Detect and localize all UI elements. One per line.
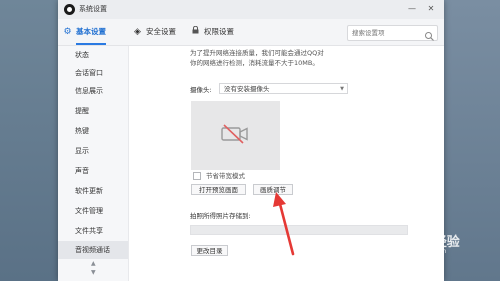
tab-security-settings[interactable]: ◈ 安全设置	[132, 19, 176, 45]
sidebar: 状态 会话窗口 信息展示 提醒 热键 显示 声音 软件更新 文件管理 文件共享 …	[58, 46, 129, 281]
checkbox-box[interactable]	[193, 172, 201, 180]
camera-preview	[191, 101, 280, 170]
scroll-down-icon[interactable]: ▼	[91, 269, 96, 276]
sidebar-item-display[interactable]: 显示	[58, 142, 128, 160]
minimize-button[interactable]: —	[405, 2, 419, 16]
description-line: 你的网络进行检测，消耗流量不大于10MB。	[190, 59, 319, 67]
save-path-label: 拍照所得照片存储到:	[190, 212, 251, 220]
tab-permission-settings[interactable]: 权限设置	[190, 19, 234, 45]
network-description: 为了提升网络连接质量，我们可能会通过QQ对 你的网络进行检测，消耗流量不大于10…	[190, 48, 370, 68]
sidebar-item-sound[interactable]: 声音	[58, 162, 128, 180]
save-path-field[interactable]	[190, 225, 408, 235]
camera-select[interactable]: 没有安装摄像头 ▼	[219, 83, 348, 94]
sidebar-item-software-update[interactable]: 软件更新	[58, 182, 128, 200]
description-line: 为了提升网络连接质量，我们可能会通过QQ对	[190, 49, 324, 57]
sidebar-item-file-management[interactable]: 文件管理	[58, 202, 128, 220]
search-box	[347, 25, 438, 41]
tab-label: 安全设置	[146, 27, 176, 36]
qq-logo-icon	[64, 4, 75, 15]
chevron-down-icon: ▼	[340, 86, 344, 92]
search-input[interactable]	[348, 26, 426, 40]
watermark-url: jingyan.baidu.com	[391, 248, 447, 255]
title-bar: 系统设置 — ✕	[58, 0, 444, 19]
tab-basic-settings[interactable]: ⚙ 基本设置	[62, 19, 106, 45]
sidebar-item-hotkeys[interactable]: 热键	[58, 122, 128, 140]
change-directory-button[interactable]: 更改目录	[191, 245, 228, 256]
gear-icon: ⚙	[63, 27, 72, 37]
sidebar-item-file-sharing[interactable]: 文件共享	[58, 222, 128, 240]
watermark: Bai du 经验 jingyan.baidu.com	[383, 231, 460, 255]
lock-icon	[190, 19, 201, 45]
sidebar-item-status[interactable]: 状态	[58, 46, 128, 64]
bandwidth-saving-checkbox[interactable]: 节省带宽模式	[191, 172, 245, 181]
sidebar-item-av-call[interactable]: 音视频通话	[58, 241, 128, 259]
camera-off-icon	[221, 124, 248, 144]
open-preview-button[interactable]: 打开预览画面	[191, 184, 246, 195]
desktop-background-left	[0, 0, 58, 281]
sidebar-item-reminder[interactable]: 提醒	[58, 102, 128, 120]
camera-label: 摄像头:	[190, 86, 212, 94]
shield-icon: ◈	[134, 27, 141, 37]
scroll-up-icon[interactable]: ▲	[91, 260, 96, 267]
quality-adjust-button[interactable]: 画质调节	[253, 184, 293, 195]
camera-select-value: 没有安装摄像头	[224, 85, 270, 93]
sidebar-item-info-display[interactable]: 信息展示	[58, 82, 128, 100]
search-icon[interactable]	[424, 27, 435, 41]
tab-label: 基本设置	[76, 27, 106, 36]
window-title: 系统设置	[79, 5, 107, 13]
sidebar-item-chat-window[interactable]: 会话窗口	[58, 64, 128, 82]
close-button[interactable]: ✕	[424, 2, 438, 16]
checkbox-label: 节省带宽模式	[206, 172, 245, 180]
tab-label: 权限设置	[204, 27, 234, 36]
